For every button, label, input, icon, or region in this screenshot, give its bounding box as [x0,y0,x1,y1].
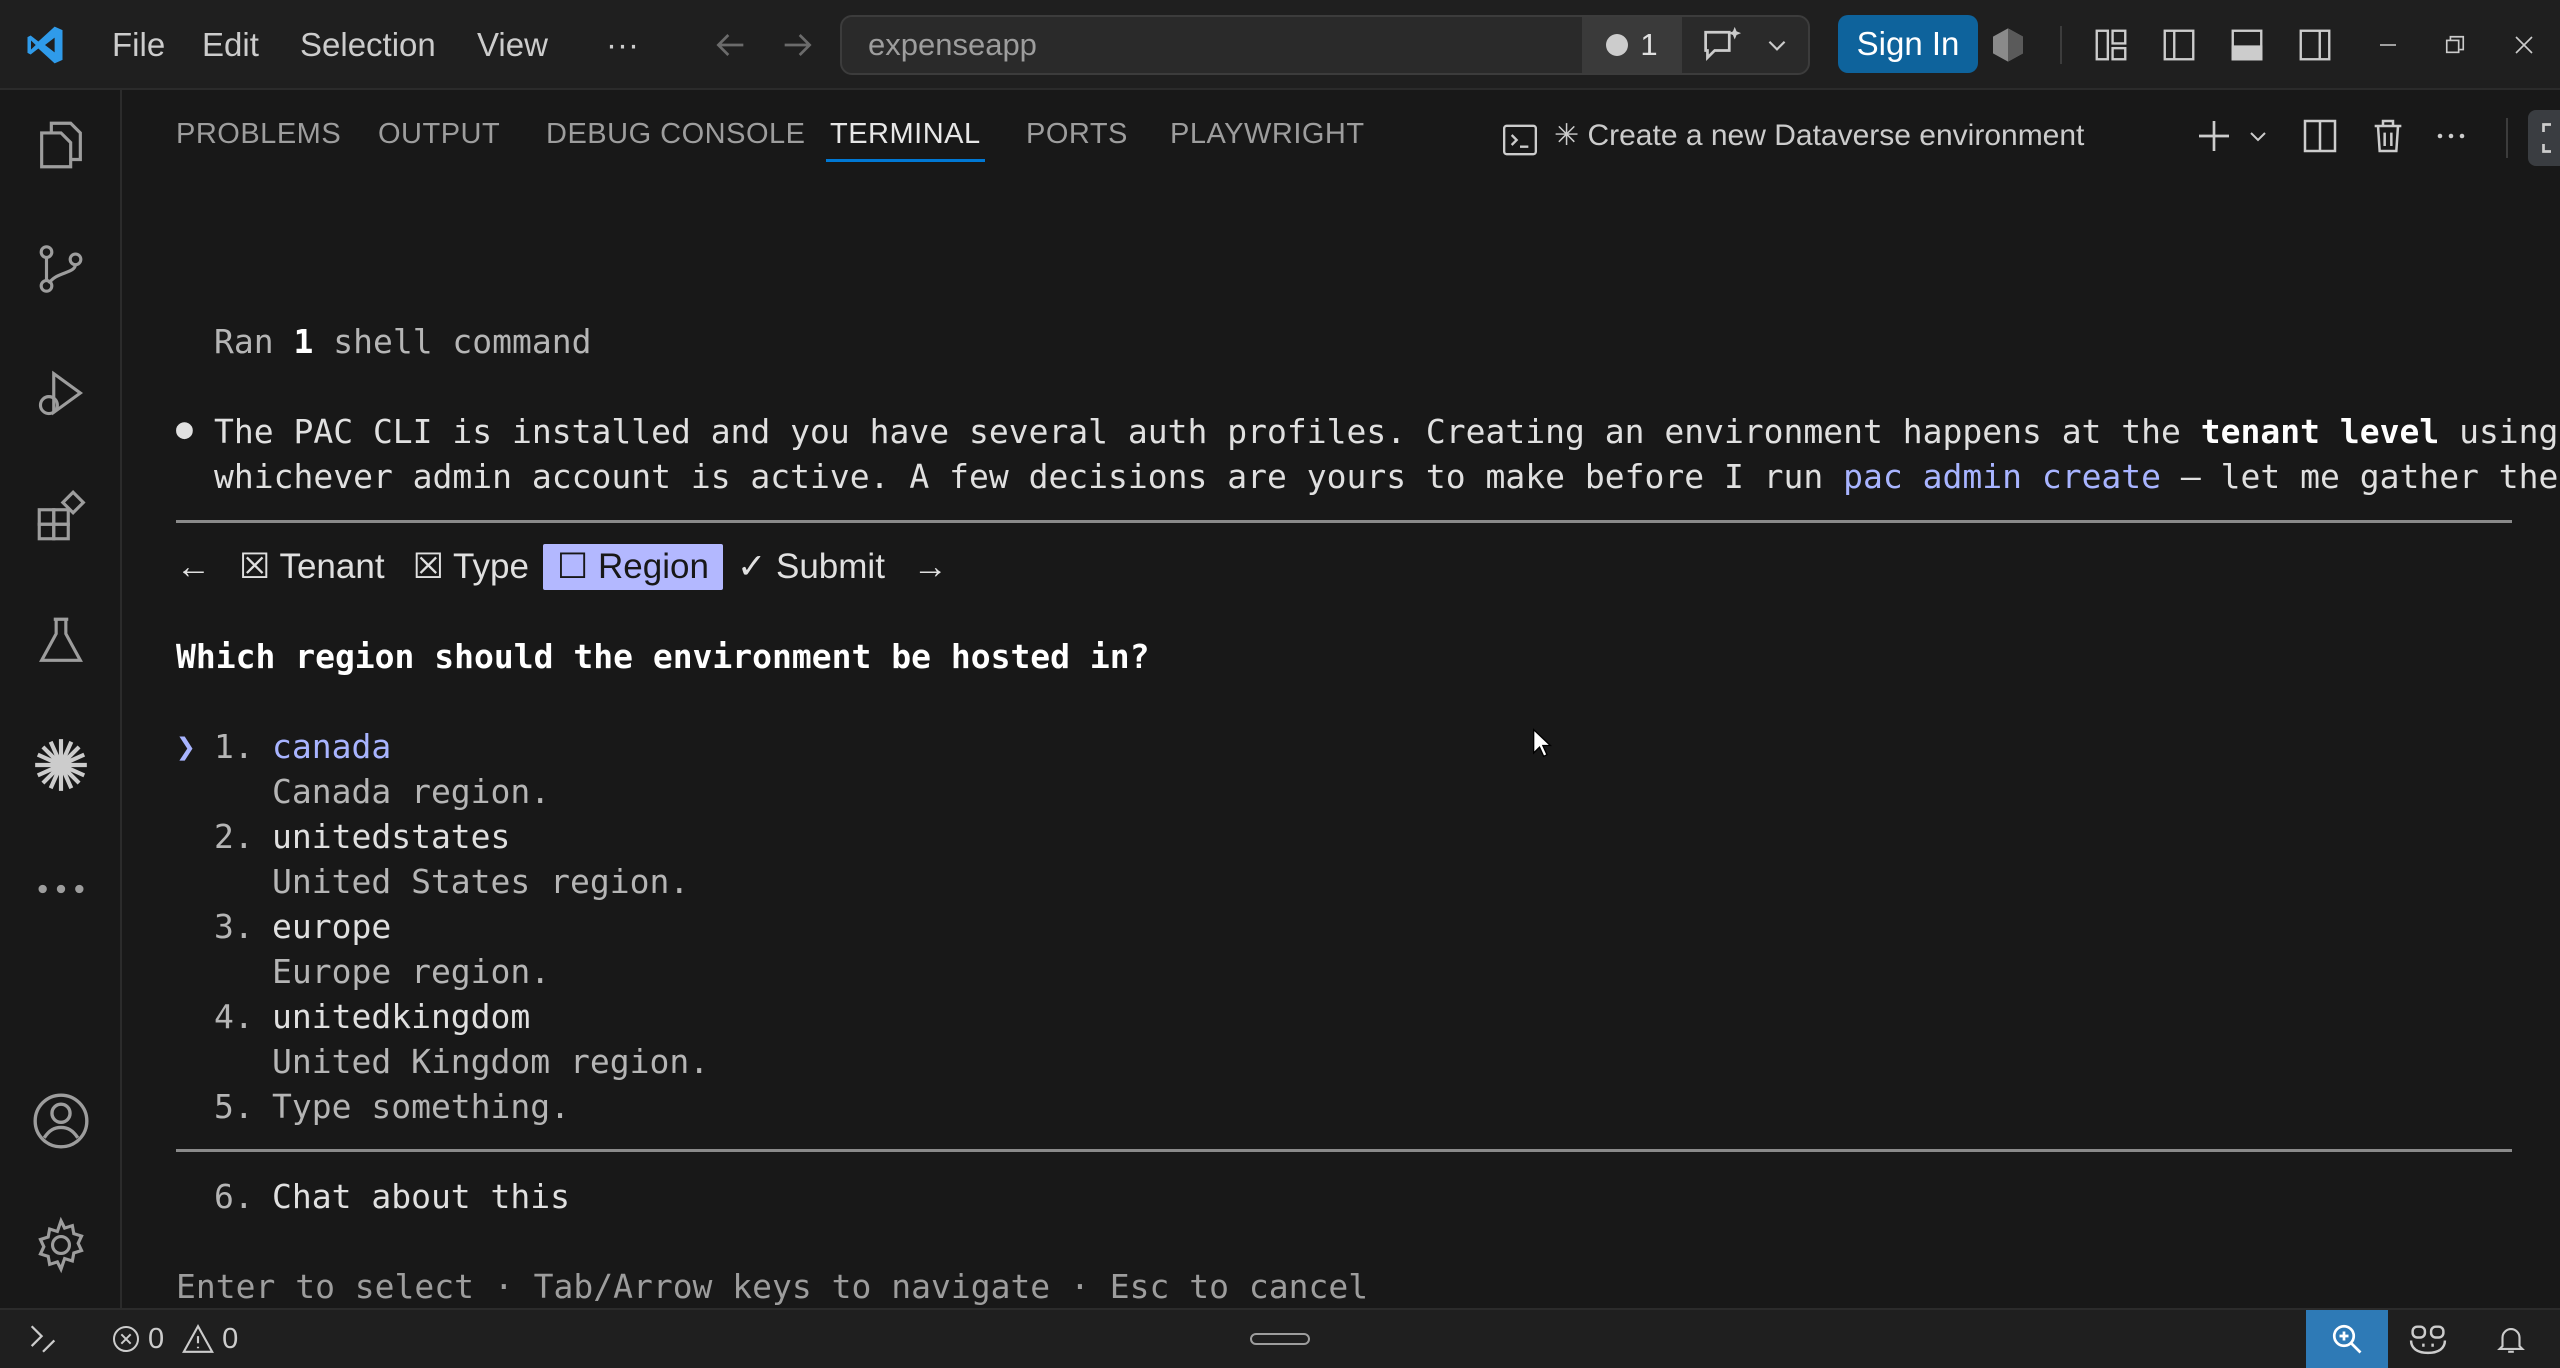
terminal-profiles-chevron-icon[interactable] [2246,112,2270,160]
tab-terminal[interactable]: TERMINAL [826,118,985,168]
error-count: 0 [148,1322,165,1355]
problems-badge-count: 1 [1640,27,1658,62]
option-4-number: 4. [214,997,254,1036]
warning-icon [182,1324,215,1353]
option-2-description: United States region. [272,862,690,901]
menu-view[interactable]: View [465,15,560,75]
panel-divider [2506,118,2508,158]
option-type-something[interactable]: Type something. [272,1087,570,1126]
divider-bottom [176,1149,2512,1152]
terminal-icon [1500,116,1540,164]
step-region[interactable]: ☐ Region [542,544,723,590]
tab-problems[interactable]: PROBLEMS [176,118,341,168]
sign-in-button[interactable]: Sign In [1838,15,1978,73]
remote-indicator-icon[interactable] [26,1310,60,1368]
ran-command-line: Ran 1 shell command [214,322,592,361]
split-terminal-icon[interactable] [2300,112,2340,160]
panel-header: PROBLEMS OUTPUT DEBUG CONSOLE TERMINAL P… [124,90,2560,182]
title-bar: File Edit Selection View ··· expenseapp … [0,0,2560,90]
arrow-left-icon[interactable] [710,0,750,90]
restore-icon[interactable] [2444,0,2466,90]
option-canada[interactable]: canada [272,727,391,766]
option-5-number: 5. [214,1087,254,1126]
message-line-2: whichever admin account is active. A few… [214,457,2560,496]
zoom-icon[interactable] [2306,1310,2388,1368]
option-1-number: 1. [214,727,254,766]
option-3-description: Europe region. [272,952,551,991]
tab-output[interactable]: OUTPUT [378,118,500,168]
menu-file[interactable]: File [100,15,177,75]
copilot-cube-icon[interactable] [1988,0,2028,90]
warning-count: 0 [222,1322,239,1355]
option-6-number: 6. [214,1177,254,1216]
title-divider [2060,26,2062,64]
divider-top [176,520,2512,523]
keyboard-hint: Enter to select · Tab/Arrow keys to navi… [176,1267,1369,1306]
option-europe[interactable]: europe [272,907,391,946]
panel-more-icon[interactable] [2436,112,2466,160]
mouse-cursor-icon [1532,728,1553,763]
trash-icon[interactable] [2368,112,2408,160]
selection-cursor-icon: ❯ [176,727,196,766]
option-chat-about-this[interactable]: Chat about this [272,1177,570,1216]
menu-selection[interactable]: Selection [288,15,448,75]
settings-gear-icon[interactable] [0,1190,122,1300]
copilot-icon[interactable] [2408,1310,2448,1368]
option-1-description: Canada region. [272,772,551,811]
customize-layout-icon[interactable] [2092,0,2130,90]
step-forward-arrow[interactable]: → [899,544,962,590]
step-type[interactable]: ☒ Type [399,544,543,590]
maximize-panel-icon[interactable] [2528,110,2560,166]
option-4-description: United Kingdom region. [272,1042,710,1081]
step-back-arrow[interactable]: ← [176,544,225,590]
tab-debug-console[interactable]: DEBUG CONSOLE [546,118,806,168]
tab-playwright[interactable]: PLAYWRIGHT [1170,118,1365,168]
problems-badge[interactable]: 1 [1582,17,1682,73]
menu-more[interactable]: ··· [594,15,651,75]
step-tenant[interactable]: ☒ Tenant [225,544,399,590]
option-unitedkingdom[interactable]: unitedkingdom [272,997,530,1036]
pac-admin-create-text: pac admin create [1843,457,2162,496]
menu-edit[interactable]: Edit [190,15,271,75]
close-window-icon[interactable] [2512,0,2536,90]
chat-sparkle-icon[interactable] [1700,17,1744,73]
command-center-text: expenseapp [868,27,1037,62]
notifications-bell-icon[interactable] [2494,1310,2528,1368]
option-2-number: 2. [214,817,254,856]
chevron-down-icon[interactable] [1764,17,1790,73]
circle-icon [1606,34,1629,56]
command-center[interactable]: expenseapp 1 [840,15,1810,75]
tab-ports[interactable]: PORTS [1026,118,1128,168]
toggle-secondary-sidebar-icon[interactable] [2296,0,2334,90]
option-3-number: 3. [214,907,254,946]
error-icon [113,1326,139,1352]
arrow-right-icon[interactable] [778,0,818,90]
terminal-title[interactable]: ✳ Create a new Dataverse environment [1554,118,2084,153]
status-bar: 0 0 [0,1308,2560,1368]
message-line-1: The PAC CLI is installed and you have se… [214,412,2559,451]
region-question-block: Which region should the environment be h… [0,0,2512,1306]
toggle-primary-sidebar-icon[interactable] [2160,0,2198,90]
option-unitedstates[interactable]: unitedstates [272,817,510,856]
panel-resize-handle[interactable] [1250,1310,1310,1368]
step-submit[interactable]: ✓ Submit [723,544,899,590]
tenant-level-text: tenant level [2200,412,2440,451]
bullet-icon: ● [176,412,193,445]
ran-count: 1 [293,322,314,361]
new-terminal-plus-icon[interactable] [2194,112,2234,160]
question-text: Which region should the environment be h… [176,637,1150,676]
wizard-steps: ← ☒ Tenant ☒ Type ☐ Region ✓ Submit → [176,542,962,592]
problems-status[interactable]: 0 0 [110,1310,238,1368]
toggle-panel-icon[interactable] [2228,0,2266,90]
minimize-icon[interactable] [2376,0,2400,90]
